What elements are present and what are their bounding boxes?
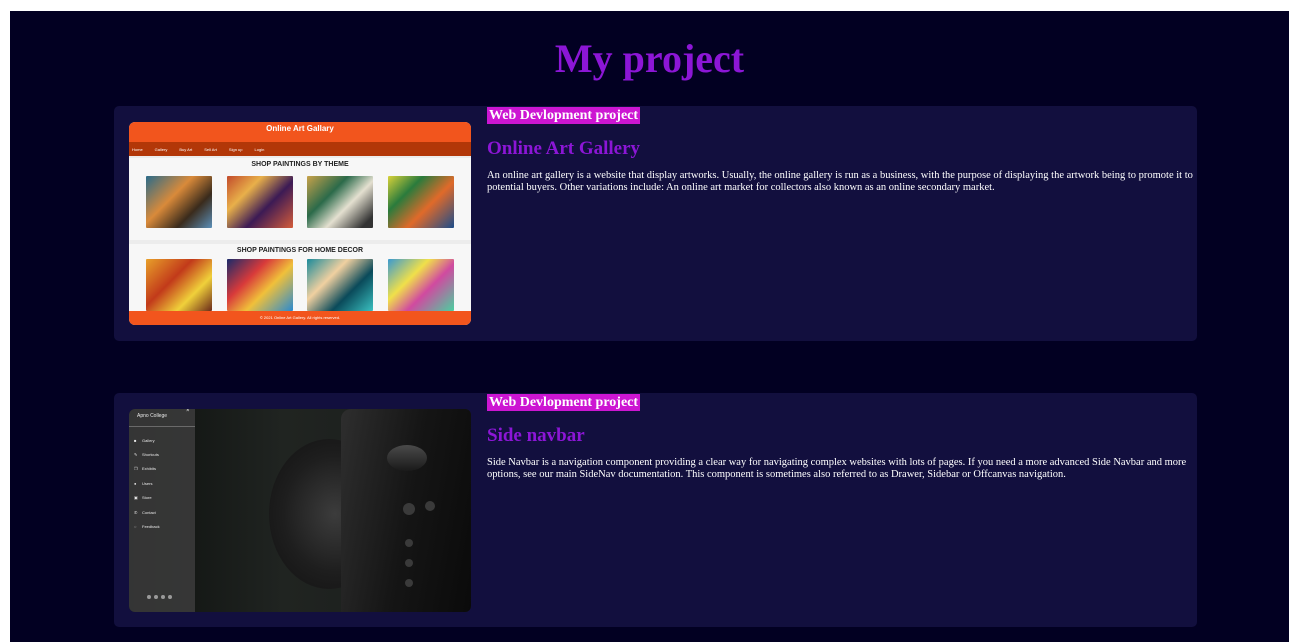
thumb-menu-item: ● Users xyxy=(134,476,160,490)
page: My project Online Art Gallary Home Galle… xyxy=(10,11,1289,642)
thumb-nav: Home Gallery Buy Art Sell Art Sign up Lo… xyxy=(129,142,471,156)
youtube-icon xyxy=(168,595,172,599)
thumb-menu-item: ■ Gallery xyxy=(134,433,160,447)
project-title: Online Art Gallery xyxy=(487,138,641,159)
thumb-brand: Apno College xyxy=(137,413,168,419)
project-card-side-navbar: Apno College × ■ Gallery ✎ Shortcuts ❐ Exhi… xyxy=(114,393,1197,627)
painting-image xyxy=(387,176,454,228)
project-card-body: Web Devlopment project Side navbar Side … xyxy=(487,393,1195,481)
thumb-menu-label: Store xyxy=(142,495,152,501)
thumb-menu-label: Feedback xyxy=(142,524,160,530)
thumb-nav-item: Sell Art xyxy=(204,146,217,152)
thumb-menu-item: ◌ Feedback xyxy=(134,519,160,533)
page-title: My project xyxy=(554,36,745,81)
thumb-menu-item: ▣ Store xyxy=(134,491,160,505)
project-description: Side Navbar is a navigation component pr… xyxy=(487,457,1187,480)
camera-button-image xyxy=(405,559,413,567)
thumb-site-title: Online Art Gallary xyxy=(129,122,471,142)
project-card-art-gallery: Online Art Gallary Home Gallery Buy Art … xyxy=(114,106,1197,341)
thumb-menu-item: ❐ Exhibits xyxy=(134,462,160,476)
users-icon: ● xyxy=(134,480,137,486)
camera-dial-image xyxy=(387,445,427,471)
thumb-section-theme: SHOP PAINTINGS BY THEME xyxy=(129,158,471,240)
thumb-menu-label: Gallery xyxy=(142,437,155,443)
thumb-section-heading: SHOP PAINTINGS BY THEME xyxy=(251,161,349,168)
shortcuts-icon: ✎ xyxy=(134,452,138,458)
thumb-menu-item: ✆ Contact xyxy=(134,505,160,519)
painting-image xyxy=(307,259,374,311)
camera-button-image xyxy=(405,539,413,547)
camera-button-image xyxy=(403,503,415,515)
thumb-menu-label: Exhibits xyxy=(142,466,157,472)
project-badge: Web Devlopment project xyxy=(487,394,641,411)
close-icon: × xyxy=(186,409,190,414)
thumb-footer: © 2021 Online Art Gallery. All rights re… xyxy=(129,311,471,325)
thumb-nav-item: Home xyxy=(132,146,143,152)
project-thumbnail-art-gallery[interactable]: Online Art Gallary Home Gallery Buy Art … xyxy=(129,122,471,325)
thumb-sidebar: Apno College × ■ Gallery ✎ Shortcuts ❐ Exhi… xyxy=(129,409,195,612)
feedback-icon: ◌ xyxy=(134,524,137,530)
project-badge: Web Devlopment project xyxy=(487,107,641,124)
thumb-nav-item: Login xyxy=(254,146,265,152)
twitter-icon xyxy=(154,595,158,599)
thumb-menu-label: Users xyxy=(142,480,153,486)
facebook-icon xyxy=(147,595,151,599)
instagram-icon xyxy=(161,595,165,599)
camera-button-image xyxy=(405,579,413,587)
painting-image xyxy=(307,176,374,228)
painting-image xyxy=(146,259,213,311)
project-thumbnail-side-navbar[interactable]: Apno College × ■ Gallery ✎ Shortcuts ❐ Exhi… xyxy=(129,409,471,612)
divider xyxy=(129,426,195,427)
thumb-nav-item: Gallery xyxy=(154,146,168,152)
exhibits-icon: ❐ xyxy=(134,466,138,472)
thumb-section-heading: SHOP PAINTINGS FOR HOME DECOR xyxy=(236,247,364,254)
thumb-section-decor: SHOP PAINTINGS FOR HOME DECOR xyxy=(129,244,471,312)
store-icon: ▣ xyxy=(134,495,138,501)
thumb-nav-item: Sign up xyxy=(228,146,243,152)
contact-icon: ✆ xyxy=(134,509,138,515)
gallery-icon: ■ xyxy=(134,437,137,443)
project-description: An online art gallery is a website that … xyxy=(487,170,1193,193)
thumb-social-icons xyxy=(147,595,172,599)
thumb-menu-label: Shortcuts xyxy=(142,452,159,458)
painting-image xyxy=(226,176,293,228)
thumb-menu: ■ Gallery ✎ Shortcuts ❐ Exhibits ● Users ▣ St… xyxy=(134,433,160,534)
painting-image xyxy=(226,259,293,311)
camera-button-image xyxy=(425,501,435,511)
thumb-menu-item: ✎ Shortcuts xyxy=(134,447,160,461)
project-title: Side navbar xyxy=(487,425,585,446)
thumb-menu-label: Contact xyxy=(142,509,156,515)
thumb-nav-item: Buy Art xyxy=(179,146,193,152)
painting-image xyxy=(387,259,454,311)
painting-image xyxy=(146,176,213,228)
project-card-body: Web Devlopment project Online Art Galler… xyxy=(487,106,1195,194)
